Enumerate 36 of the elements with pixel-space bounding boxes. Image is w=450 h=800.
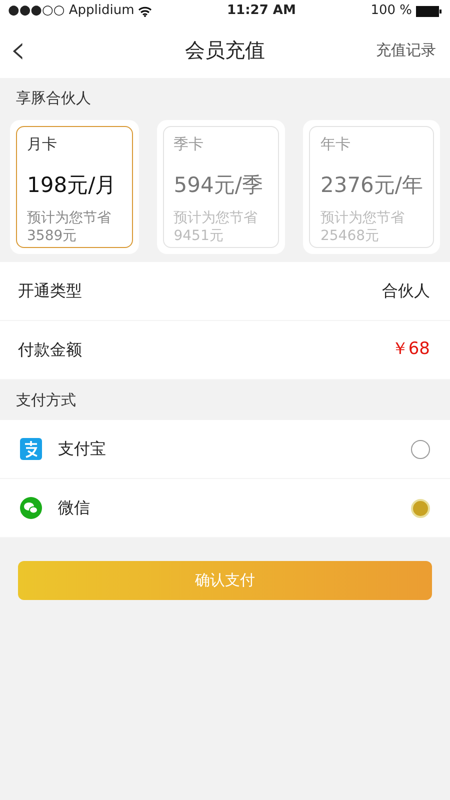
plan-name: 月卡 [27, 135, 57, 153]
carrier-label: ●●●○○ Applidium [8, 2, 134, 20]
section-title: 支付方式 [16, 390, 76, 411]
plan-name: 年卡 [320, 135, 350, 153]
plan-name: 季卡 [174, 135, 204, 153]
wifi-icon [138, 6, 152, 16]
saving-amount: 3589元 [27, 228, 77, 244]
status-time: 11:27 AM [227, 2, 296, 20]
plan-card[interactable]: 月卡 198元/月 预计为您节省 3589元 [16, 126, 133, 248]
saving-note: 预计为您节省 [174, 210, 258, 226]
section-title: 享豚合伙人 [16, 88, 91, 109]
saving-note: 预计为您节省 [27, 210, 111, 226]
payment-app-icon [20, 438, 42, 460]
page-title: 会员充值 [185, 37, 265, 64]
saving-note: 预计为您节省 [320, 210, 404, 226]
plan-price: 594元/季 [174, 172, 263, 196]
saving-amount: 25468元 [320, 228, 380, 244]
plan-price: 198元/月 [27, 172, 116, 196]
row-label: 开通类型 [18, 280, 82, 302]
payment-option[interactable]: 支付宝 [0, 420, 450, 479]
row-value: 合伙人 [382, 280, 430, 302]
battery-icon [416, 6, 442, 16]
chat-bubbles-icon [20, 497, 42, 519]
plan-card[interactable]: 年卡 2376元/年 预计为您节省 25468元 [309, 126, 434, 248]
payment-option[interactable]: 微信 [0, 479, 450, 538]
battery-label: 100 % [370, 2, 412, 20]
radio-button[interactable] [411, 440, 430, 458]
back-button[interactable]: ‹ [0, 30, 36, 70]
payment-name: 支付宝 [58, 438, 106, 460]
plan-price: 2376元/年 [320, 172, 423, 196]
history-link[interactable]: 充值记录 [370, 38, 442, 62]
price-value: ￥68 [391, 338, 430, 362]
payment-name: 微信 [58, 497, 90, 519]
plan-card[interactable]: 季卡 594元/季 预计为您节省 9451元 [162, 126, 280, 248]
row-label: 付款金额 [18, 339, 82, 361]
saving-amount: 9451元 [174, 228, 224, 244]
